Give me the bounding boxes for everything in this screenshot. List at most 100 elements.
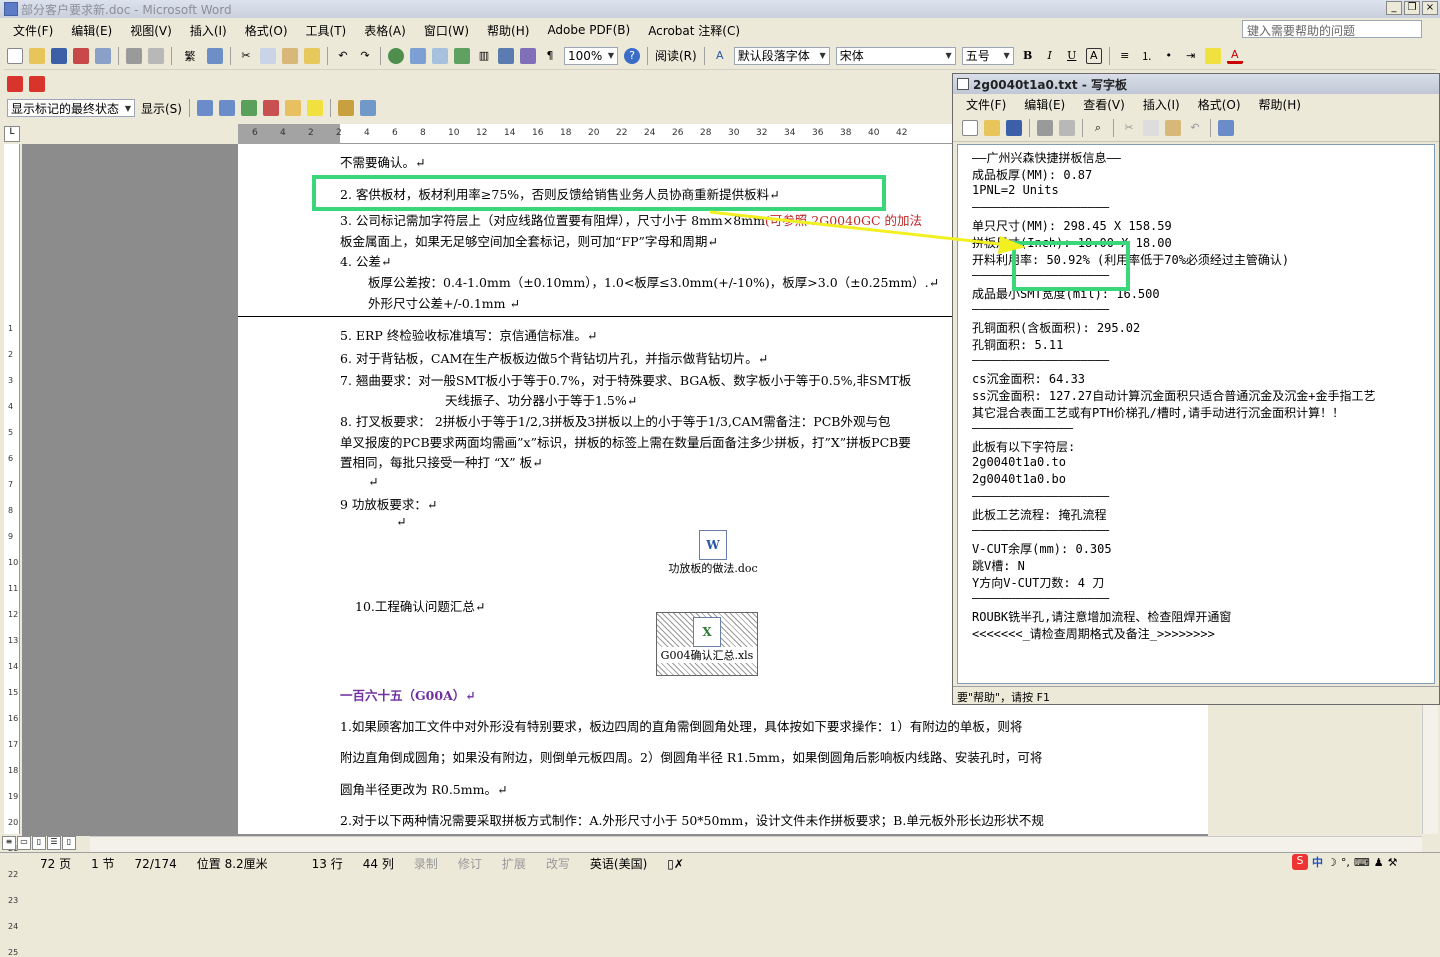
web-view-button[interactable]: ▭ bbox=[17, 836, 31, 850]
align-icon[interactable]: ≡ bbox=[1117, 48, 1133, 64]
minimize-button[interactable]: _ bbox=[1386, 1, 1402, 15]
menu-view[interactable]: 视图(V) bbox=[121, 22, 181, 39]
menu-tools[interactable]: 工具(T) bbox=[297, 22, 356, 39]
np-menu-edit[interactable]: 编辑(E) bbox=[1015, 96, 1074, 113]
np-menu-help[interactable]: 帮助(H) bbox=[1250, 96, 1310, 113]
convert-pdf-email-icon[interactable] bbox=[29, 76, 45, 92]
copy-icon[interactable] bbox=[260, 47, 276, 64]
font-color-icon[interactable]: A bbox=[1226, 48, 1243, 64]
new-comment-icon[interactable] bbox=[284, 100, 301, 116]
style-select[interactable]: 默认段落字体 ▼ bbox=[733, 46, 830, 65]
status-record[interactable]: 录制 bbox=[404, 855, 448, 872]
np-find-icon[interactable]: ⌕ bbox=[1090, 120, 1106, 136]
undo-icon[interactable]: ↶ bbox=[335, 48, 351, 64]
font-select[interactable]: 宋体 ▼ bbox=[835, 46, 956, 65]
cut-icon[interactable]: ✂ bbox=[238, 48, 254, 64]
show-markup-button[interactable]: 显示(S) bbox=[138, 100, 185, 117]
np-save-icon[interactable] bbox=[1006, 119, 1022, 136]
np-menu-format[interactable]: 格式(O) bbox=[1189, 96, 1250, 113]
np-datetime-icon[interactable] bbox=[1218, 119, 1234, 136]
ime-user-icon[interactable]: ♟ bbox=[1374, 856, 1384, 869]
np-new-icon[interactable] bbox=[962, 119, 978, 136]
np-preview-icon[interactable] bbox=[1059, 119, 1075, 136]
menu-adobe-pdf[interactable]: Adobe PDF(B) bbox=[538, 23, 639, 37]
traditional-chinese-icon[interactable]: 繁 bbox=[179, 48, 201, 64]
print-view-button[interactable]: ▯ bbox=[32, 836, 46, 850]
embedded-xls-object[interactable]: X G004确认汇总.xls bbox=[656, 612, 758, 676]
menu-insert[interactable]: 插入(I) bbox=[181, 22, 236, 39]
indent-icon[interactable]: ⇥ bbox=[1183, 48, 1199, 64]
status-extend[interactable]: 扩展 bbox=[492, 855, 536, 872]
menu-format[interactable]: 格式(O) bbox=[236, 22, 297, 39]
restore-button[interactable]: ❐ bbox=[1404, 1, 1420, 15]
horizontal-ruler[interactable]: 6 4 2 2 4 6 8 10 12 14 16 18 20 22 24 26 28 30 32 34 36 38 40 4… bbox=[238, 124, 952, 144]
permission-icon[interactable] bbox=[73, 47, 89, 64]
np-menu-view[interactable]: 查看(V) bbox=[1074, 96, 1134, 113]
markup-mode-select[interactable]: 显示标记的最终状态 ▼ bbox=[7, 99, 135, 117]
np-print-icon[interactable] bbox=[1037, 119, 1053, 136]
reject-change-icon[interactable] bbox=[262, 100, 279, 116]
help-icon[interactable]: ? bbox=[624, 47, 640, 64]
spelling-icon[interactable] bbox=[207, 47, 223, 64]
convert-pdf-icon[interactable] bbox=[7, 76, 23, 92]
ime-language[interactable]: 中 bbox=[1312, 854, 1323, 870]
np-menu-file[interactable]: 文件(F) bbox=[957, 96, 1015, 113]
columns-icon[interactable]: ▥ bbox=[476, 48, 492, 64]
redo-icon[interactable]: ↷ bbox=[357, 48, 373, 64]
np-paste-icon[interactable] bbox=[1165, 119, 1181, 136]
menu-edit[interactable]: 编辑(E) bbox=[62, 22, 121, 39]
spelling-status-icon[interactable]: ▯✗ bbox=[657, 857, 694, 871]
ime-keyboard-icon[interactable]: ⌨ bbox=[1354, 856, 1370, 869]
document-map-icon[interactable] bbox=[520, 47, 536, 64]
paste-icon[interactable] bbox=[282, 47, 298, 64]
print-preview-icon[interactable] bbox=[148, 47, 164, 64]
menu-table[interactable]: 表格(A) bbox=[355, 22, 415, 39]
numbering-icon[interactable]: ⒈ bbox=[1139, 48, 1155, 64]
accept-change-icon[interactable] bbox=[240, 100, 257, 116]
status-overtype[interactable]: 改写 bbox=[536, 855, 580, 872]
ime-logo-icon[interactable]: S bbox=[1292, 854, 1308, 870]
np-menu-insert[interactable]: 插入(I) bbox=[1134, 96, 1189, 113]
np-open-icon[interactable] bbox=[984, 119, 1000, 136]
track-changes-icon[interactable] bbox=[337, 100, 354, 116]
previous-change-icon[interactable] bbox=[196, 100, 213, 116]
read-mode-button[interactable]: 阅读(R) bbox=[652, 47, 700, 64]
ime-moon-icon[interactable]: ☽ bbox=[1327, 856, 1337, 869]
reviewing-pane-icon[interactable] bbox=[359, 100, 376, 116]
styles-pane-icon[interactable]: A bbox=[712, 48, 728, 64]
show-hide-icon[interactable]: ¶ bbox=[542, 48, 558, 64]
italic-button[interactable]: I bbox=[1042, 48, 1058, 64]
char-border-icon[interactable]: A bbox=[1085, 47, 1102, 64]
email-icon[interactable] bbox=[95, 47, 111, 64]
vertical-ruler[interactable]: 1234567891011121314151617181920212223242… bbox=[4, 144, 20, 957]
ime-tools-icon[interactable]: ⚒ bbox=[1388, 856, 1398, 869]
help-search-input[interactable]: 键入需要帮助的问题 bbox=[1242, 20, 1422, 38]
menu-window[interactable]: 窗口(W) bbox=[415, 22, 478, 39]
drawing-icon[interactable] bbox=[498, 47, 514, 64]
embedded-doc-object[interactable]: W 功放板的做法.doc bbox=[658, 530, 768, 576]
normal-view-button[interactable]: ≡ bbox=[2, 836, 16, 850]
bullets-icon[interactable]: • bbox=[1161, 48, 1177, 64]
zoom-select[interactable]: 100% ▼ bbox=[564, 46, 618, 65]
menu-help[interactable]: 帮助(H) bbox=[478, 22, 538, 39]
close-button[interactable]: × bbox=[1422, 1, 1438, 15]
new-doc-icon[interactable] bbox=[7, 47, 23, 64]
ime-punct-icon[interactable]: °, bbox=[1341, 856, 1350, 869]
status-track[interactable]: 修订 bbox=[448, 855, 492, 872]
np-cut-icon[interactable]: ✂ bbox=[1121, 120, 1137, 136]
tables-borders-icon[interactable] bbox=[410, 47, 426, 64]
bold-button[interactable]: B bbox=[1020, 48, 1036, 64]
font-size-select[interactable]: 五号 ▼ bbox=[961, 46, 1014, 65]
underline-button[interactable]: U bbox=[1064, 48, 1080, 64]
outline-view-button[interactable]: ☰ bbox=[47, 836, 61, 850]
horizontal-scrollbar[interactable] bbox=[90, 836, 1422, 852]
insert-excel-icon[interactable] bbox=[454, 47, 470, 64]
save-icon[interactable] bbox=[51, 47, 67, 64]
np-copy-icon[interactable] bbox=[1143, 119, 1159, 136]
np-undo-icon[interactable]: ↶ bbox=[1187, 120, 1203, 136]
format-painter-icon[interactable] bbox=[304, 47, 320, 64]
menu-acrobat-comment[interactable]: Acrobat 注释(C) bbox=[639, 22, 749, 39]
open-folder-icon[interactable] bbox=[29, 47, 45, 64]
hyperlink-icon[interactable] bbox=[388, 47, 404, 64]
highlight-icon[interactable] bbox=[1204, 47, 1221, 64]
